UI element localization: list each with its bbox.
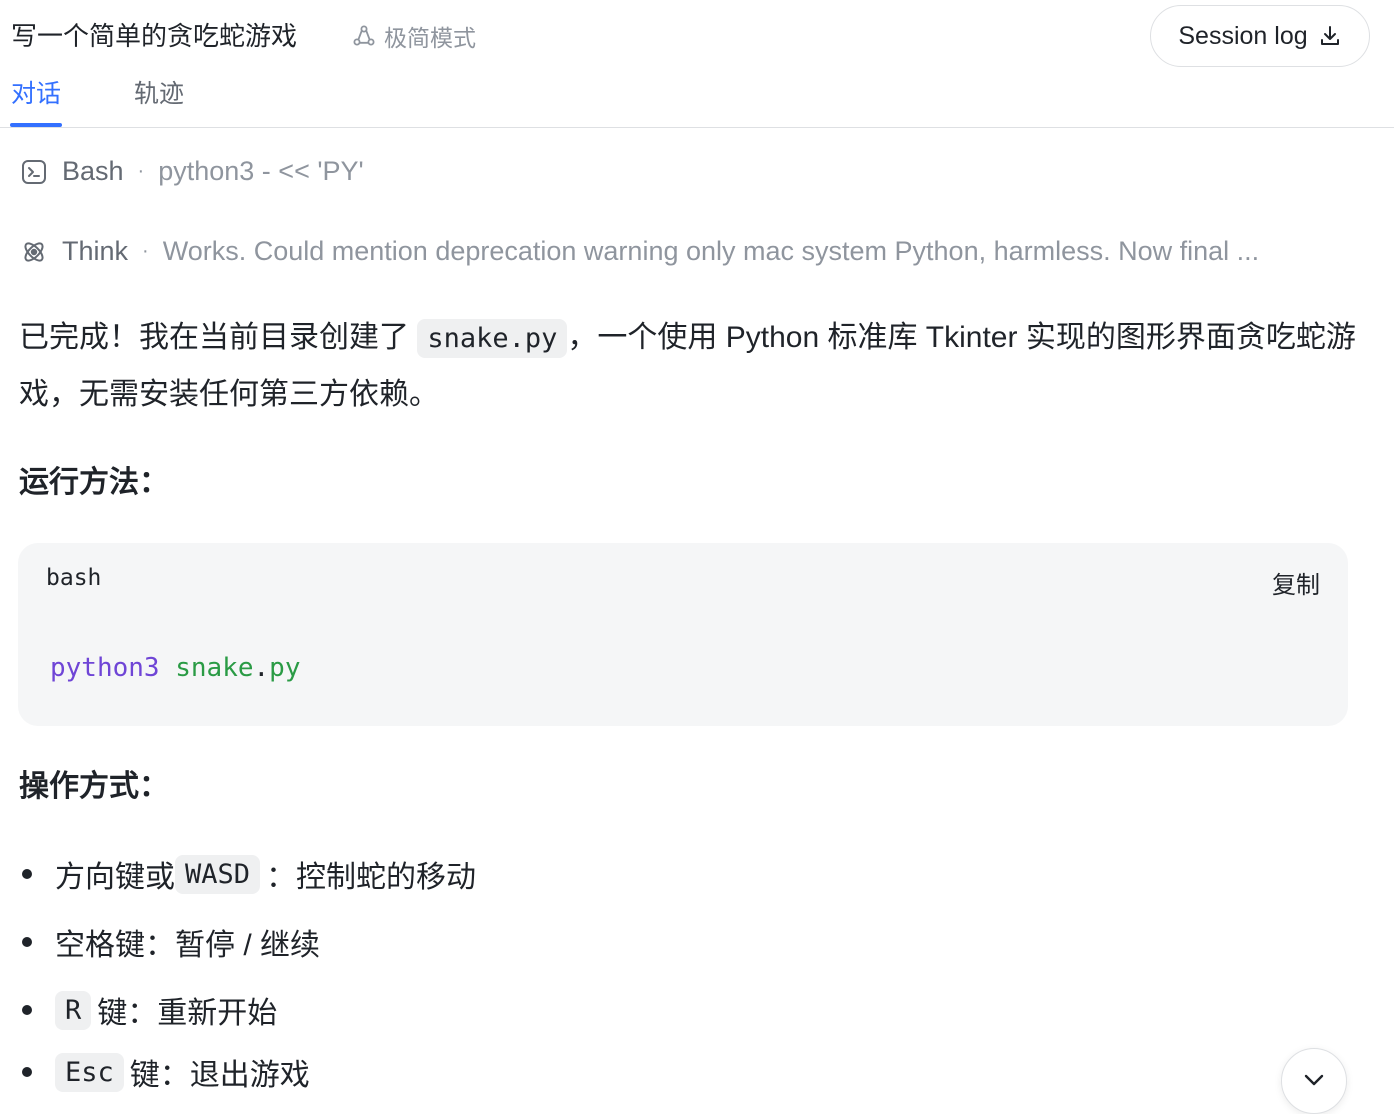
copy-button[interactable]: 复制 xyxy=(1272,565,1320,600)
code-language: bash xyxy=(46,565,102,591)
assistant-message-intro: 已完成！我在当前目录创建了 snake.py ，一个使用 Python 标准库 T… xyxy=(19,310,1359,423)
list-item: 空格键：暂停 / 继续 xyxy=(19,920,320,964)
brain-icon xyxy=(20,238,48,266)
session-log-label: Session log xyxy=(1178,21,1308,50)
list-text: 空格键：暂停 / 继续 xyxy=(55,929,321,962)
list-item: Esc 键：退出游戏 xyxy=(19,1050,310,1094)
code-arg-ext: py xyxy=(269,653,301,683)
code-arg-dot: . xyxy=(253,653,270,683)
minimal-mode-toggle[interactable]: 极简模式 xyxy=(352,20,476,52)
list-prefix: 方向键或 xyxy=(55,861,175,894)
tool-label: Think xyxy=(62,236,129,266)
download-icon xyxy=(1318,24,1342,48)
list-item: R 键：重新开始 xyxy=(19,988,277,1032)
separator-dot: · xyxy=(137,160,145,182)
inline-code: snake.py xyxy=(417,319,568,358)
tab-chat[interactable]: 对话 xyxy=(11,76,61,112)
tool-call-bash[interactable]: Bash · python3 - << 'PY' xyxy=(20,156,364,187)
session-title: 写一个简单的贪吃蛇游戏 xyxy=(11,21,298,51)
mode-icon xyxy=(352,24,376,48)
code-block: bash 复制 python3 snake.py xyxy=(18,543,1348,726)
terminal-icon xyxy=(20,158,48,186)
list-text: ：控制蛇的移动 xyxy=(266,861,477,894)
mode-label: 极简模式 xyxy=(384,25,476,51)
code-arg-name: snake xyxy=(175,653,254,683)
list-item: 方向键或 WASD ：控制蛇的移动 xyxy=(19,852,476,896)
scroll-to-bottom-button[interactable] xyxy=(1281,1048,1347,1114)
bullet xyxy=(22,1067,32,1077)
section-heading-ops: 操作方式： xyxy=(19,770,169,803)
tool-label: Bash xyxy=(62,156,124,186)
top-header: 写一个简单的贪吃蛇游戏 极简模式 Session log 对话 轨迹 xyxy=(0,0,1394,128)
key-label: Esc xyxy=(55,1052,124,1092)
key-label: R xyxy=(55,990,92,1030)
active-tab-indicator xyxy=(10,123,62,127)
tool-detail: Works. Could mention deprecation warning… xyxy=(162,236,1260,266)
list-text: 键：重新开始 xyxy=(97,997,278,1030)
intro-text: 已完成！我在当前目录创建了 xyxy=(19,321,418,354)
separator-dot: · xyxy=(142,240,149,262)
code-line: python3 snake.py xyxy=(50,653,300,683)
bullet xyxy=(22,869,32,879)
bullet xyxy=(22,1005,32,1015)
tool-call-think[interactable]: Think · Works. Could mention deprecation… xyxy=(20,236,1339,267)
list-text: 键：退出游戏 xyxy=(129,1059,310,1092)
tab-trace[interactable]: 轨迹 xyxy=(134,76,184,112)
bullet xyxy=(22,937,32,947)
session-log-button[interactable]: Session log xyxy=(1150,5,1370,67)
key-label: WASD xyxy=(175,854,261,894)
section-heading-run: 运行方法： xyxy=(19,466,169,499)
code-command: python3 xyxy=(50,653,160,683)
tool-detail: python3 - << 'PY' xyxy=(158,156,364,186)
